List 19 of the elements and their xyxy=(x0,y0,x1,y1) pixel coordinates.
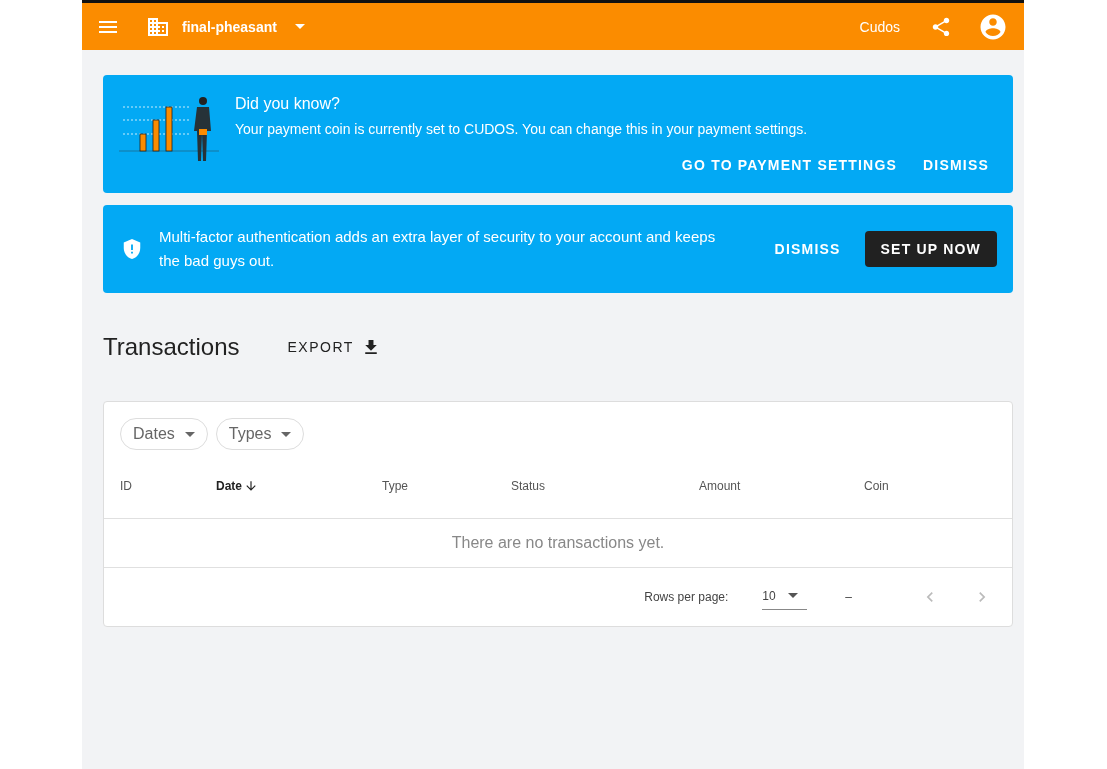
rows-per-page-select[interactable]: 10 xyxy=(762,584,808,610)
tip-title: Did you know? xyxy=(235,95,341,113)
coin-label: Cudos xyxy=(859,18,900,35)
section-title: Transactions xyxy=(103,333,240,361)
column-header[interactable]: Amount xyxy=(699,479,741,493)
column-header[interactable]: ID xyxy=(120,479,132,493)
column-header[interactable]: Date xyxy=(216,479,242,493)
column-header[interactable]: Coin xyxy=(864,479,889,493)
column-header[interactable]: Status xyxy=(511,479,546,493)
tip-text: Your payment coin is currently set to CUDOS. You can change this in your payment settings. xyxy=(235,121,809,137)
rows-per-page-label: Rows per page: xyxy=(644,590,729,604)
filter-chip[interactable]: Dates xyxy=(120,418,208,450)
mfa-text: Multi-factor authentication adds an extra layer of security to your account and keeps the bad guys out. xyxy=(159,227,717,271)
setup-button[interactable]: SET UP NOW xyxy=(864,231,997,267)
column-header[interactable]: Type xyxy=(382,479,408,493)
empty-message: There are no transactions yet. xyxy=(451,534,665,552)
filter-chip[interactable]: Types xyxy=(215,418,305,450)
page-range: – xyxy=(845,590,852,604)
export-button[interactable]: EXPORT xyxy=(287,335,378,359)
